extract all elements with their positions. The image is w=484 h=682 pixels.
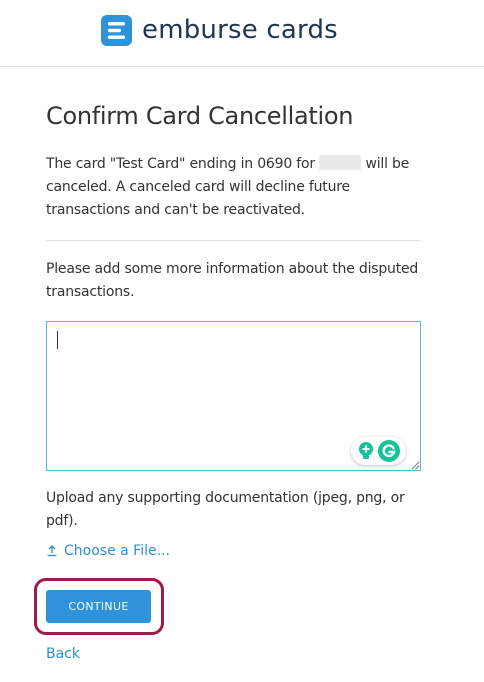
upload-instructions: Upload any supporting documentation (jpe… — [46, 490, 405, 529]
dispute-info-prompt: Please add some more information about t… — [46, 261, 419, 300]
grammarly-icon[interactable] — [378, 440, 401, 462]
description-text-start: The card "Test Card" ending in 0690 for — [46, 156, 320, 172]
brand-name: emburse cards — [142, 15, 338, 45]
lightbulb-icon[interactable] — [357, 441, 375, 461]
text-caret — [57, 331, 58, 349]
continue-button[interactable]: CONTINUE — [46, 590, 151, 623]
grammarly-widget[interactable] — [351, 437, 406, 465]
emburse-logo-icon — [101, 14, 132, 46]
back-link[interactable]: Back — [46, 646, 80, 662]
page-title: Confirm Card Cancellation — [46, 102, 354, 130]
redacted-cardholder-name — [319, 155, 362, 170]
app-header: emburse cards — [0, 0, 484, 67]
upload-icon — [47, 545, 57, 557]
section-divider — [46, 240, 421, 241]
choose-file-label[interactable]: Choose a File... — [64, 543, 170, 559]
resize-grip-icon[interactable] — [410, 460, 420, 470]
choose-file-link[interactable]: Choose a File... — [46, 543, 170, 559]
cancellation-description: The card "Test Card" ending in 0690 for … — [46, 153, 421, 222]
brand-logo[interactable]: emburse cards — [101, 13, 338, 47]
